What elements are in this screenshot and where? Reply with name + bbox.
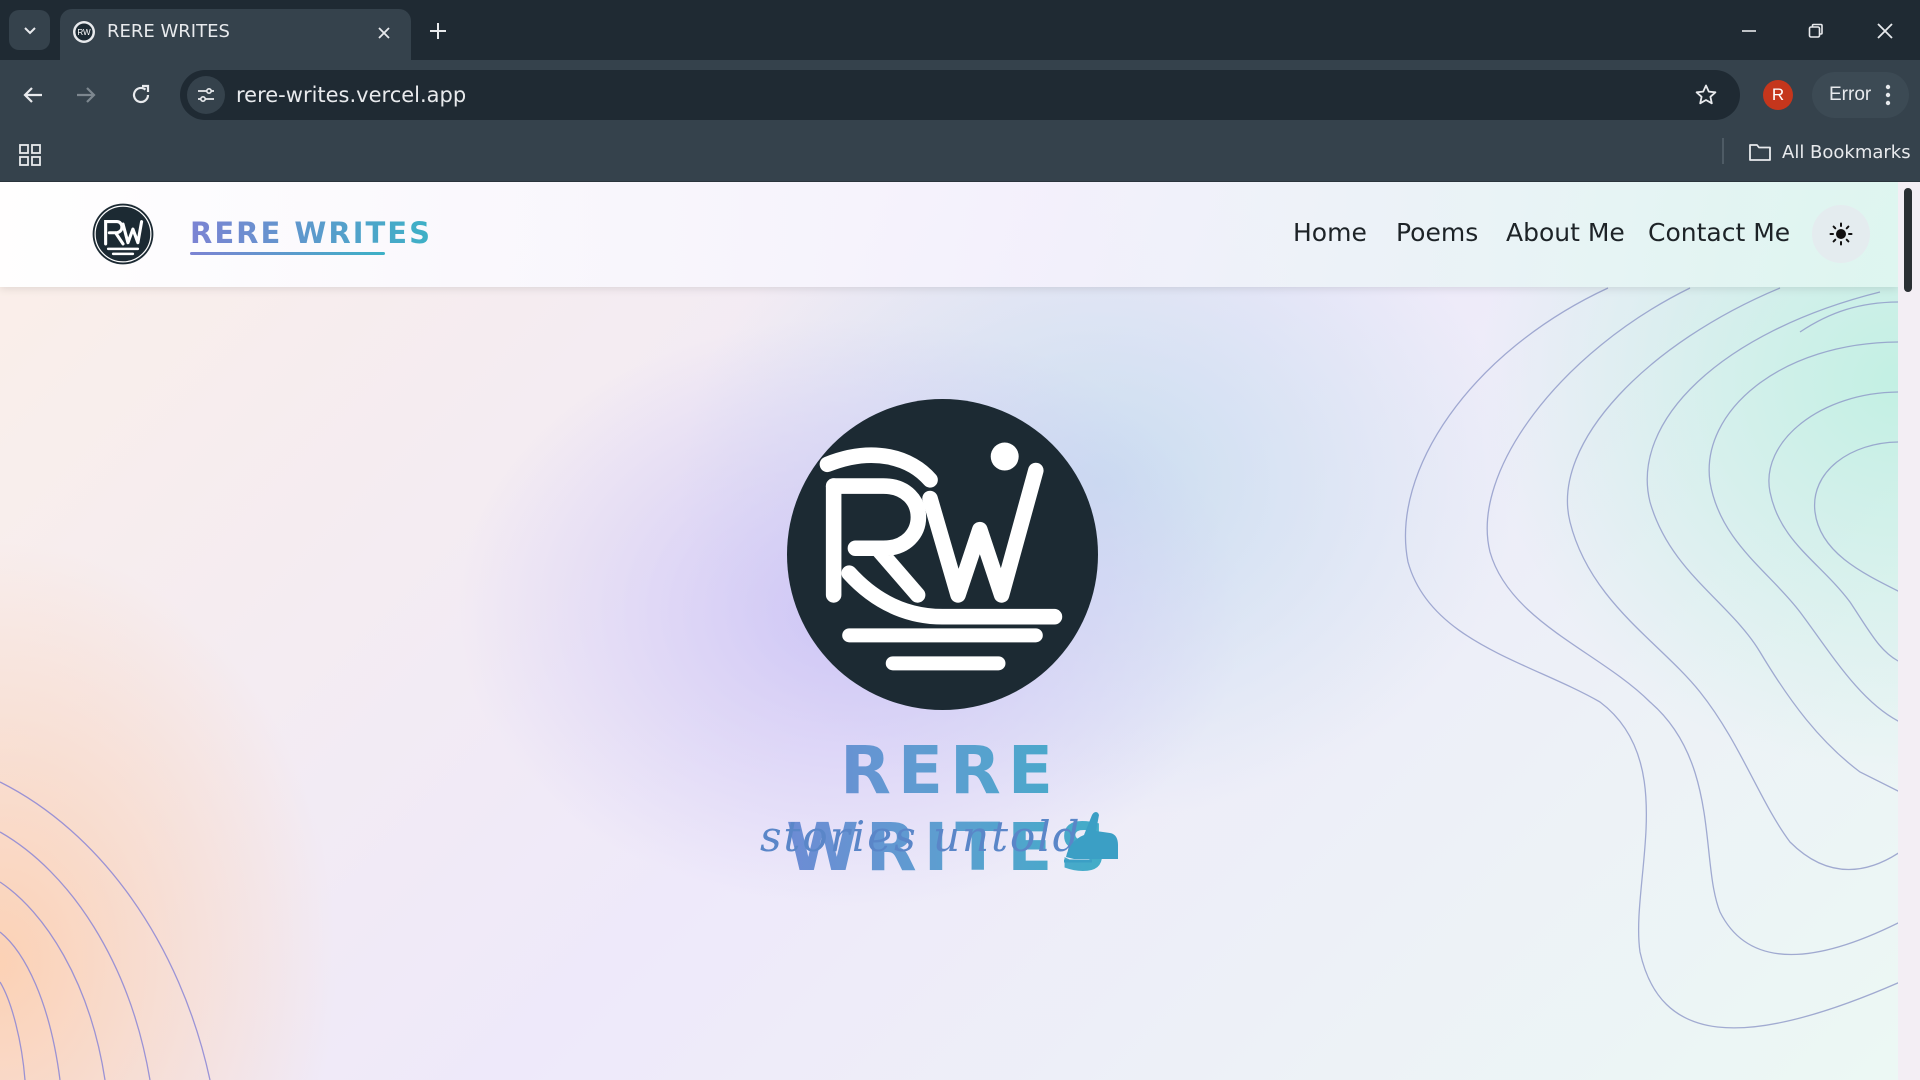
nav-link-contact[interactable]: Contact Me [1648, 218, 1790, 247]
page-scrollbar[interactable] [1898, 182, 1920, 1080]
forward-arrow-icon[interactable] [68, 77, 104, 113]
rw-logo-icon[interactable] [92, 203, 154, 265]
browser-tab-strip: RW RERE WRITES [0, 0, 1920, 60]
apps-grid-icon[interactable] [18, 143, 42, 167]
minimize-icon[interactable] [1734, 16, 1764, 46]
error-label: Error [1829, 84, 1872, 105]
writing-hand-icon [1064, 812, 1118, 863]
nav-link-poems[interactable]: Poems [1396, 218, 1478, 247]
browser-tab-active[interactable]: RW RERE WRITES [60, 9, 411, 60]
bookmarks-bar: All Bookmarks [0, 129, 1920, 182]
bookmarks-separator [1722, 138, 1724, 164]
kebab-menu-icon [1885, 84, 1891, 106]
nav-link-about[interactable]: About Me [1506, 218, 1625, 247]
error-menu-button[interactable]: Error [1812, 72, 1909, 118]
all-bookmarks-button[interactable]: All Bookmarks [1748, 138, 1911, 166]
address-bar[interactable]: rere-writes.vercel.app [180, 70, 1740, 120]
site-navbar: RERE WRITES Home Poems About Me Contact … [0, 182, 1898, 287]
brand-underline [190, 252, 385, 255]
chevron-down-icon [23, 27, 36, 35]
sun-icon [1829, 222, 1853, 246]
theme-toggle-button[interactable] [1812, 205, 1870, 263]
back-arrow-icon[interactable] [15, 77, 51, 113]
folder-icon [1749, 144, 1771, 161]
tab-close-icon[interactable] [372, 21, 396, 45]
new-tab-plus-icon[interactable] [424, 17, 452, 45]
site-info-icon[interactable] [187, 76, 225, 114]
nav-brand-title[interactable]: RERE WRITES [190, 216, 432, 250]
hero-title: RERE WRITES [690, 732, 1210, 886]
tab-search-button[interactable] [9, 10, 50, 50]
scrollbar-thumb[interactable] [1904, 188, 1912, 292]
all-bookmarks-label: All Bookmarks [1782, 141, 1911, 163]
browser-toolbar: rere-writes.vercel.app [0, 60, 1920, 129]
hero-rw-logo [787, 399, 1098, 710]
hero-tagline: stories untold [760, 812, 1082, 861]
favicon-icon: RW [73, 21, 95, 43]
nav-link-home[interactable]: Home [1293, 218, 1367, 247]
tab-title: RERE WRITES [107, 21, 230, 42]
bookmark-star-icon[interactable] [1692, 81, 1720, 109]
profile-avatar[interactable]: R [1763, 80, 1793, 110]
svg-text:RW: RW [77, 28, 91, 37]
reload-icon[interactable] [123, 77, 159, 113]
close-window-icon[interactable] [1870, 16, 1900, 46]
page-viewport: RERE WRITES Home Poems About Me Contact … [0, 182, 1898, 1080]
restore-icon[interactable] [1801, 16, 1831, 46]
url-text[interactable]: rere-writes.vercel.app [236, 83, 466, 107]
